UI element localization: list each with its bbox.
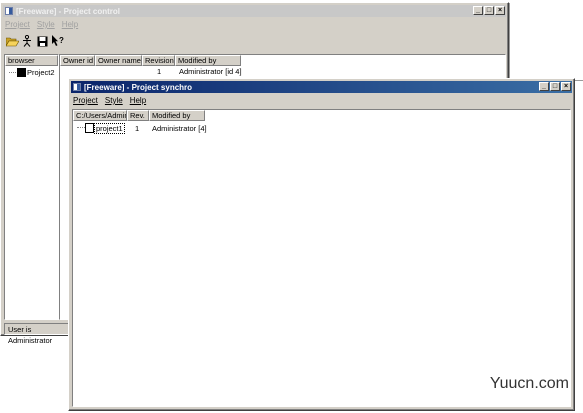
watermark: Yuucn.com (489, 375, 569, 392)
app-icon (5, 7, 13, 15)
menu-style[interactable]: Style (37, 20, 55, 31)
table-row[interactable]: 1 Administrator [id 4] (60, 67, 500, 77)
maximize-button[interactable]: □ (550, 82, 560, 91)
status-bar: User is Administrator (4, 323, 72, 345)
window-title: [Freeware] - Project control (16, 6, 121, 16)
col-owner-id[interactable]: Owner id (60, 55, 95, 66)
col-modified-by[interactable]: Modified by (175, 55, 241, 66)
toolbar: ? (5, 34, 64, 51)
save-icon[interactable] (35, 34, 49, 48)
window-title: [Freeware] - Project synchro (84, 82, 193, 92)
minimize-button[interactable]: _ (539, 82, 549, 91)
col-owner-name[interactable]: Owner name (95, 55, 142, 66)
menu-help[interactable]: Help (62, 20, 78, 31)
file-icon (85, 123, 94, 133)
menu-help[interactable]: Help (130, 96, 146, 107)
project-synchro-window: [Freeware] - Project synchro _ □ × Proje… (68, 78, 575, 411)
maximize-button[interactable]: □ (484, 6, 494, 15)
browser-header[interactable]: browser (5, 55, 58, 66)
browser-pane: browser Project2 (4, 54, 59, 320)
tree-connector (9, 72, 16, 73)
col-modified-by[interactable]: Modified by (149, 110, 205, 121)
cell-modified-by: Administrator [4] (152, 124, 207, 133)
col-rev[interactable]: Rev. (127, 110, 149, 121)
open-folder-icon[interactable] (5, 34, 19, 48)
menu-style[interactable]: Style (105, 96, 123, 107)
menubar: Project Style Help (5, 20, 78, 31)
synchro-table: C:/Users/Admin Rev. Modified by project1… (72, 109, 571, 407)
col-revision[interactable]: Revision (142, 55, 175, 66)
cell-name: project1 (94, 123, 125, 134)
project-folder-icon (17, 68, 26, 77)
close-button[interactable]: × (561, 82, 571, 91)
table-row[interactable]: project1 1 Administrator [4] (73, 122, 563, 134)
cell-modified-by: Administrator [id 4] (179, 67, 242, 76)
person-icon[interactable] (20, 34, 34, 48)
svg-text:?: ? (59, 36, 64, 45)
tree-connector (77, 127, 85, 128)
app-icon (73, 83, 81, 91)
menubar: Project Style Help (73, 96, 146, 107)
project-control-titlebar[interactable]: [Freeware] - Project control _ □ × (3, 5, 506, 17)
background-window-edge (509, 3, 583, 81)
cell-rev: 1 (135, 124, 140, 133)
col-path[interactable]: C:/Users/Admin (73, 110, 127, 121)
help-pointer-icon[interactable]: ? (50, 34, 64, 48)
close-button[interactable]: × (495, 6, 505, 15)
minimize-button[interactable]: _ (473, 6, 483, 15)
menu-project[interactable]: Project (5, 20, 30, 31)
project-synchro-titlebar[interactable]: [Freeware] - Project synchro _ □ × (71, 81, 572, 93)
cell-revision: 1 (157, 67, 162, 76)
tree-item[interactable]: Project2 (9, 68, 55, 77)
menu-project[interactable]: Project (73, 96, 98, 107)
tree-item-label: Project2 (27, 68, 55, 77)
